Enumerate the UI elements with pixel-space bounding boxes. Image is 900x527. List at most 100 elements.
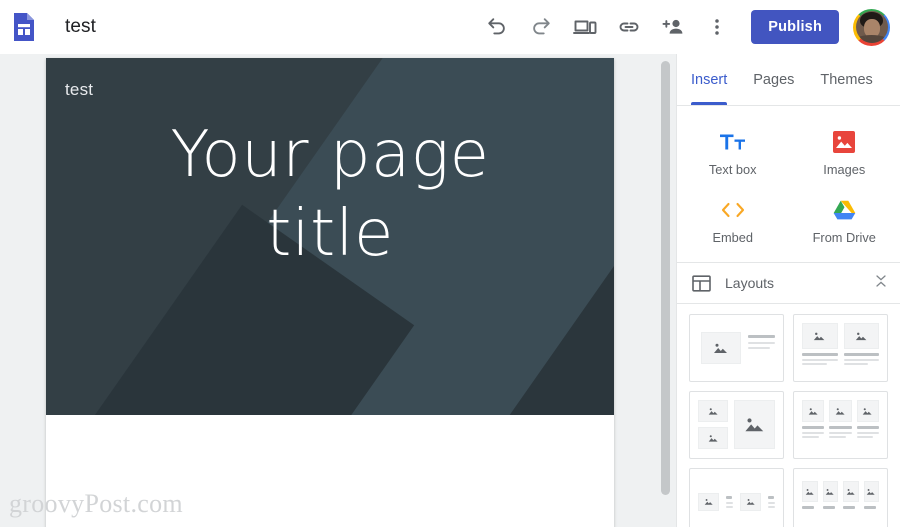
avatar-photo <box>855 11 888 43</box>
layout-column <box>802 323 879 373</box>
layout-line <box>843 353 879 356</box>
publish-button[interactable]: Publish <box>751 10 839 44</box>
layout-line <box>802 426 825 429</box>
layout-two-image-text-pairs[interactable] <box>689 468 784 527</box>
undo-icon[interactable] <box>475 5 519 49</box>
header-toolbar: Publish <box>475 5 900 49</box>
layout-line <box>802 358 838 361</box>
layout-line <box>829 431 852 434</box>
layout-line <box>856 426 879 429</box>
page-sheet[interactable]: test Your page title <box>46 58 614 527</box>
chevron-collapse-icon[interactable] <box>874 274 888 293</box>
layout-line <box>802 431 825 434</box>
layout-text-lines <box>829 426 852 438</box>
layout-image-placeholder <box>863 481 879 502</box>
layout-line <box>802 436 819 438</box>
layout-line <box>726 501 733 504</box>
insert-images-button[interactable]: Images <box>789 118 900 186</box>
layout-text-lines <box>726 496 733 508</box>
layout-line <box>768 506 775 508</box>
more-vertical-icon[interactable] <box>695 5 739 49</box>
layout-row <box>802 323 879 349</box>
layout-image-placeholder <box>734 400 775 449</box>
layout-text-lines <box>748 323 775 373</box>
layout-text-lines <box>768 496 775 508</box>
account-avatar[interactable] <box>853 8 890 46</box>
layout-line <box>802 506 815 509</box>
layouts-section-title: Layouts <box>725 275 775 291</box>
insert-panel: Insert Pages Themes Text box Images Embe… <box>676 54 900 527</box>
layout-column <box>802 481 818 509</box>
layout-image-placeholder <box>822 481 838 502</box>
insert-from-drive-label: From Drive <box>812 230 876 245</box>
layout-image-placeholder <box>698 427 728 449</box>
layout-three-images-text[interactable] <box>793 391 888 459</box>
layout-column <box>843 481 859 509</box>
layout-image-placeholder <box>698 400 728 422</box>
page-title[interactable]: Your page title <box>46 116 614 274</box>
layout-line <box>768 496 774 499</box>
layout-two-images-text-below[interactable] <box>793 314 888 382</box>
layout-text-lines <box>802 353 838 365</box>
layout-line <box>726 506 733 508</box>
layout-two-small-one-large[interactable] <box>689 391 784 459</box>
tab-pages[interactable]: Pages <box>753 54 794 105</box>
tab-insert[interactable]: Insert <box>691 54 728 105</box>
document-title[interactable]: test <box>65 16 96 38</box>
redo-icon[interactable] <box>519 5 563 49</box>
canvas-scrollbar[interactable] <box>661 61 670 495</box>
copy-link-icon[interactable] <box>607 5 651 49</box>
layout-image-placeholder <box>829 400 852 422</box>
site-name[interactable]: test <box>65 80 93 100</box>
text-box-icon <box>719 127 746 157</box>
layouts-grid <box>677 304 900 527</box>
avatar-shoulder <box>855 35 888 43</box>
layouts-grid-icon <box>691 273 711 293</box>
google-sites-icon[interactable] <box>10 12 38 42</box>
add-person-icon[interactable] <box>651 5 695 49</box>
layout-line <box>843 363 869 365</box>
layout-line <box>802 363 827 365</box>
layout-line <box>802 353 838 356</box>
insert-text-box-button[interactable]: Text box <box>677 118 789 186</box>
images-icon <box>833 127 856 157</box>
layout-row <box>698 477 775 527</box>
insert-images-label: Images <box>823 162 866 177</box>
preview-devices-icon[interactable] <box>563 5 607 49</box>
layout-image-placeholder <box>856 400 879 422</box>
layout-line <box>822 506 835 509</box>
page-banner[interactable]: test Your page title <box>46 58 614 415</box>
insert-embed-button[interactable]: Embed <box>677 186 789 254</box>
layout-image-placeholder <box>802 323 838 349</box>
layout-line <box>843 358 879 361</box>
layout-line <box>748 341 775 344</box>
panel-tabs: Insert Pages Themes <box>677 54 900 106</box>
layout-image-placeholder <box>802 481 818 502</box>
layout-line <box>748 347 770 349</box>
google-drive-icon <box>833 195 856 225</box>
layout-line <box>843 506 856 509</box>
google-sites-editor: test Publish test Your page title Insert… <box>0 0 900 527</box>
site-watermark: groovyPost.com <box>9 489 183 518</box>
layout-line <box>829 426 852 429</box>
layout-four-images[interactable] <box>793 468 888 527</box>
layout-column <box>698 400 728 450</box>
layout-column <box>863 481 879 509</box>
layout-text-lines <box>856 426 879 438</box>
layouts-section-header[interactable]: Layouts <box>677 262 900 304</box>
app-header: test Publish <box>0 0 900 54</box>
layout-line <box>863 506 876 509</box>
layout-image-placeholder <box>802 400 825 422</box>
insert-text-box-label: Text box <box>708 162 757 177</box>
layout-image-left-text-right[interactable] <box>689 314 784 382</box>
insert-from-drive-button[interactable]: From Drive <box>789 186 900 254</box>
insert-options-grid: Text box Images Embed From Drive <box>677 106 900 262</box>
insert-embed-label: Embed <box>712 230 754 245</box>
embed-code-icon <box>720 195 746 225</box>
layout-column <box>822 481 838 509</box>
layout-row <box>802 400 879 422</box>
layout-text-lines <box>843 353 879 365</box>
site-canvas[interactable]: test Your page title <box>0 54 676 527</box>
tab-themes[interactable]: Themes <box>820 54 872 105</box>
layout-image-placeholder <box>843 323 879 349</box>
